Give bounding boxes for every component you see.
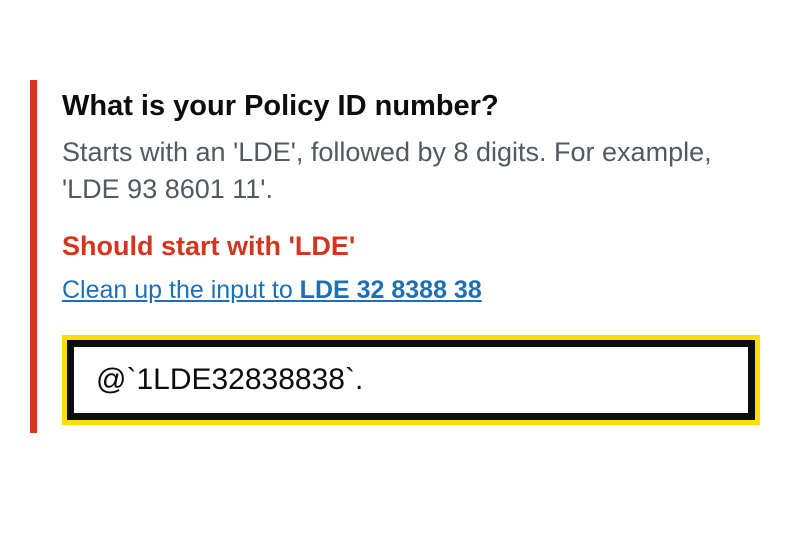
- cleanup-suggestion-link[interactable]: Clean up the input to LDE 32 8388 38: [62, 274, 482, 307]
- input-focus-ring: [62, 335, 760, 425]
- error-message: Should start with 'LDE': [62, 229, 760, 264]
- cleanup-suggestion-value: LDE 32 8388 38: [300, 276, 482, 304]
- policy-id-input[interactable]: [67, 340, 755, 420]
- question-label: What is your Policy ID number?: [62, 88, 760, 124]
- cleanup-prefix: Clean up the input to: [62, 276, 300, 304]
- hint-text: Starts with an 'LDE', followed by 8 digi…: [62, 134, 760, 207]
- form-group-error: What is your Policy ID number? Starts wi…: [30, 80, 760, 433]
